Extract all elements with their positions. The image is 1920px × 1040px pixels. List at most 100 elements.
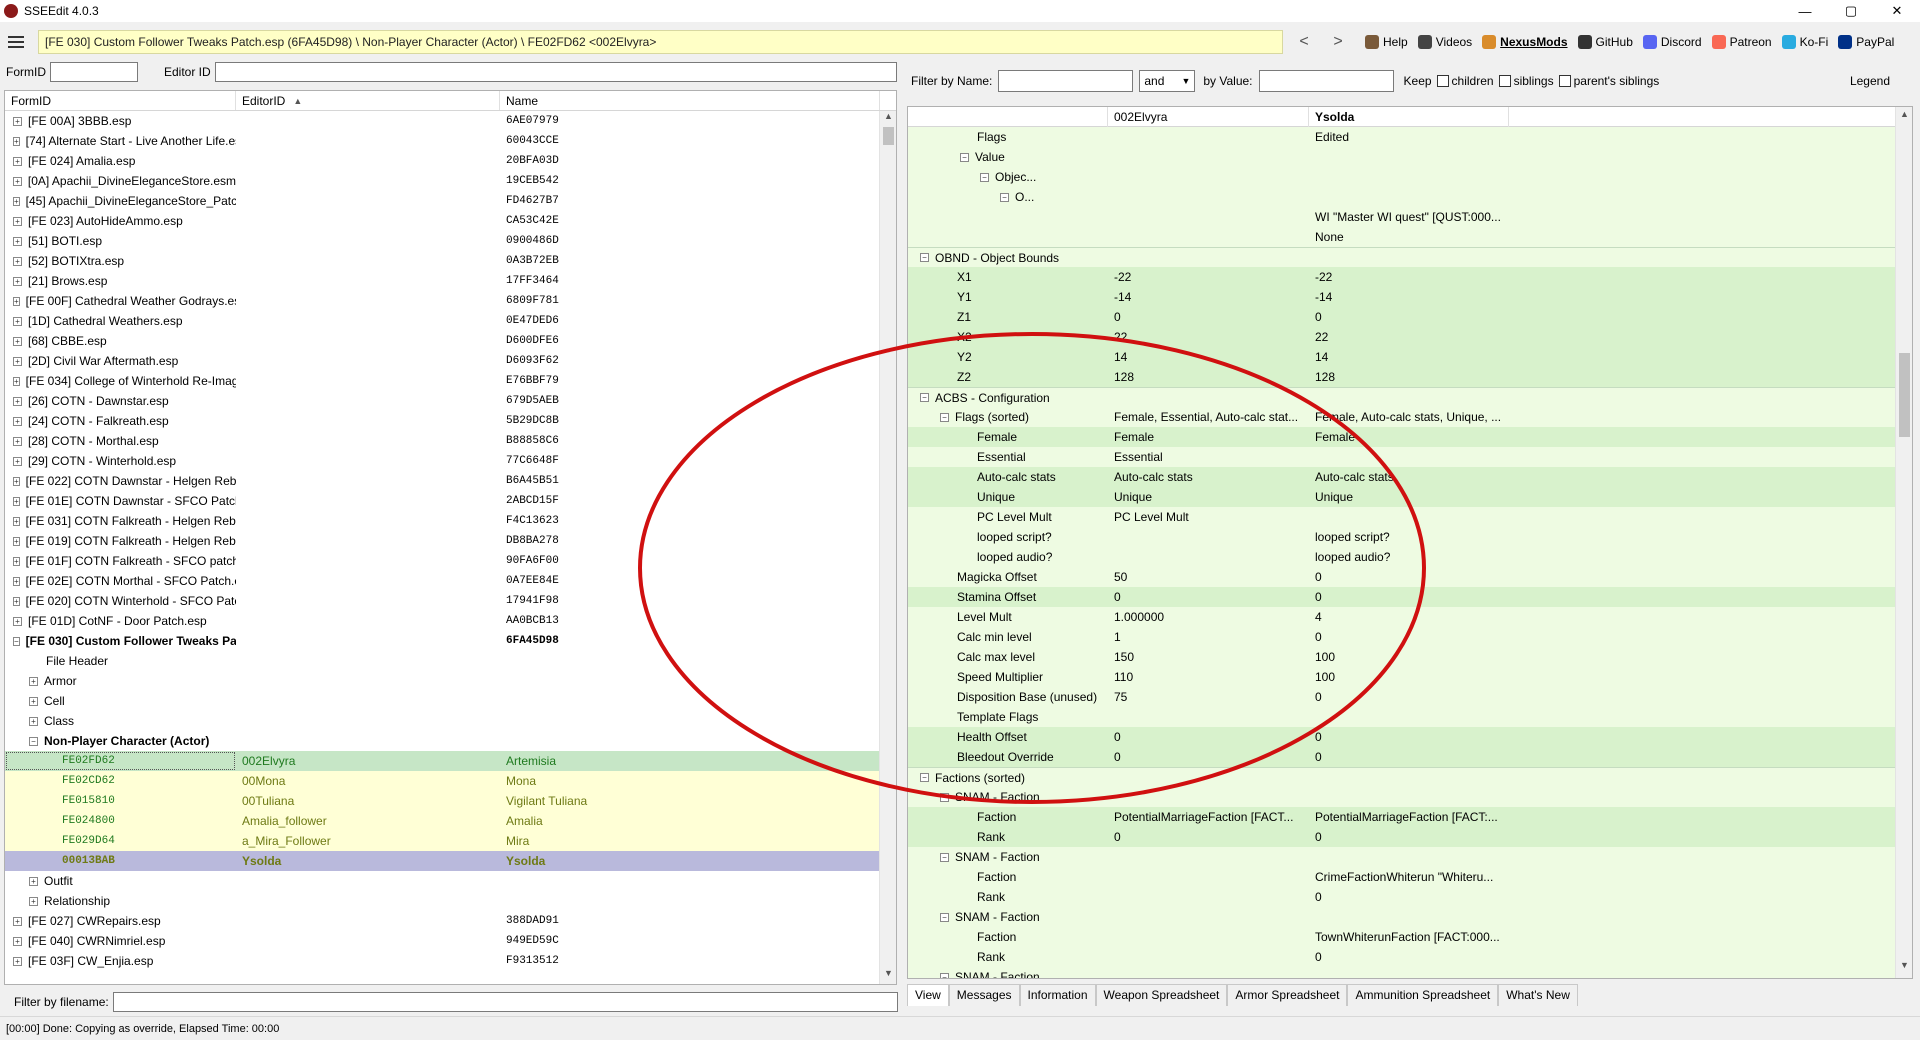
expand-icon[interactable]: + bbox=[13, 296, 20, 306]
expand-icon[interactable]: + bbox=[13, 476, 20, 486]
record-field-row[interactable]: Calc min level 1 0 bbox=[908, 627, 1912, 647]
record-field-row[interactable]: Template Flags bbox=[908, 707, 1912, 727]
tree-row[interactable]: + [FE 024] Amalia.esp 20BFA03D bbox=[5, 151, 896, 171]
record-field-row[interactable]: looped script? looped script? bbox=[908, 527, 1912, 547]
record-field-row[interactable]: Y1 -14 -14 bbox=[908, 287, 1912, 307]
expand-icon[interactable]: + bbox=[13, 916, 22, 926]
record-field-row[interactable]: − Flags (sorted) Female, Essential, Auto-c… bbox=[908, 407, 1912, 427]
record-field-row[interactable]: Bleedout Override 0 0 bbox=[908, 747, 1912, 767]
record-field-row[interactable]: − Objec... bbox=[908, 167, 1912, 187]
scroll-down-icon[interactable]: ▼ bbox=[880, 968, 896, 984]
expand-icon[interactable]: + bbox=[13, 496, 20, 506]
tab-view[interactable]: View bbox=[907, 984, 949, 1006]
record-field-row[interactable]: − SNAM - Faction bbox=[908, 847, 1912, 867]
expand-icon[interactable]: + bbox=[13, 116, 22, 126]
tree-row[interactable]: + [FE 019] COTN Falkreath - Helgen Reborn… bbox=[5, 531, 896, 551]
tree-row[interactable]: + [74] Alternate Start - Live Another Lif… bbox=[5, 131, 896, 151]
link-patreon[interactable]: Patreon bbox=[1711, 35, 1772, 49]
record-field-row[interactable]: − SNAM - Faction bbox=[908, 967, 1912, 978]
tree-row[interactable]: − Non-Player Character (Actor) bbox=[5, 731, 896, 751]
and-or-select[interactable]: and ▼ bbox=[1139, 70, 1196, 92]
expand-icon[interactable]: + bbox=[13, 256, 22, 266]
grid-scroll-up-icon[interactable]: ▲ bbox=[1896, 109, 1912, 125]
minimize-button[interactable]: — bbox=[1782, 0, 1828, 22]
link-videos[interactable]: Videos bbox=[1417, 35, 1472, 49]
record-field-row[interactable]: Flags Edited bbox=[908, 127, 1912, 147]
close-button[interactable]: ✕ bbox=[1874, 0, 1920, 22]
tree-row[interactable]: + Outfit bbox=[5, 871, 896, 891]
collapse-icon[interactable]: − bbox=[1000, 192, 1009, 202]
tree-row[interactable]: + [45] Apachii_DivineEleganceStore_Patch.… bbox=[5, 191, 896, 211]
expand-icon[interactable]: + bbox=[13, 136, 20, 146]
tree-row[interactable]: + [52] BOTIXtra.esp 0A3B72EB bbox=[5, 251, 896, 271]
collapse-icon[interactable]: − bbox=[960, 152, 969, 162]
record-field-row[interactable]: − Value bbox=[908, 147, 1912, 167]
record-field-row[interactable]: Rank 0 bbox=[908, 947, 1912, 967]
menu-icon[interactable] bbox=[8, 32, 30, 52]
tab-messages[interactable]: Messages bbox=[948, 984, 1020, 1006]
collapse-icon[interactable]: − bbox=[940, 972, 949, 978]
collapse-icon[interactable]: − bbox=[980, 172, 989, 182]
record-field-row[interactable]: Calc max level 150 100 bbox=[908, 647, 1912, 667]
tree-row[interactable]: + [21] Brows.esp 17FF3464 bbox=[5, 271, 896, 291]
tree-row[interactable]: FE02FD62 002Elvyra Artemisia bbox=[5, 751, 896, 771]
tree-row[interactable]: + [29] COTN - Winterhold.esp 77C6648F bbox=[5, 451, 896, 471]
expand-icon[interactable]: + bbox=[29, 716, 38, 726]
expand-icon[interactable]: + bbox=[29, 876, 38, 886]
formid-input[interactable] bbox=[50, 62, 138, 82]
link-help[interactable]: Help bbox=[1365, 35, 1408, 49]
tree-row[interactable]: + [FE 00F] Cathedral Weather Godrays.esp 6… bbox=[5, 291, 896, 311]
record-field-row[interactable]: − O... bbox=[908, 187, 1912, 207]
keep-siblings-checkbox[interactable] bbox=[1498, 75, 1511, 87]
collapse-icon[interactable]: − bbox=[940, 912, 949, 922]
expand-icon[interactable]: + bbox=[13, 616, 22, 626]
tree-row[interactable]: File Header bbox=[5, 651, 896, 671]
back-button[interactable]: < bbox=[1291, 33, 1317, 51]
keep-parents-siblings-checkbox[interactable] bbox=[1558, 75, 1571, 87]
tree-row[interactable]: FE015810 00Tuliana Vigilant Tuliana bbox=[5, 791, 896, 811]
link-github[interactable]: GitHub bbox=[1577, 35, 1633, 49]
tree-row[interactable]: + [0A] Apachii_DivineEleganceStore.esm 19C… bbox=[5, 171, 896, 191]
link-nexusmods[interactable]: NexusMods bbox=[1482, 35, 1568, 49]
record-field-row[interactable]: Rank 0 bbox=[908, 887, 1912, 907]
expand-icon[interactable]: + bbox=[13, 436, 22, 446]
tree-row[interactable]: + [1D] Cathedral Weathers.esp 0E47DED6 bbox=[5, 311, 896, 331]
tree-row[interactable]: + [FE 031] COTN Falkreath - Helgen Reborn… bbox=[5, 511, 896, 531]
filter-value-input[interactable] bbox=[1258, 70, 1394, 92]
record-field-row[interactable]: looped audio? looped audio? bbox=[908, 547, 1912, 567]
link-paypal[interactable]: PayPal bbox=[1838, 35, 1894, 49]
record-field-row[interactable]: WI "Master WI quest" [QUST:000... bbox=[908, 207, 1912, 227]
record-field-row[interactable]: None bbox=[908, 227, 1912, 247]
expand-icon[interactable]: + bbox=[13, 516, 20, 526]
tree-row[interactable]: + [FE 027] CWRepairs.esp 388DAD91 bbox=[5, 911, 896, 931]
record-view-grid[interactable]: 002Elvyra Ysolda Flags Edited − Value − Objec… bbox=[907, 106, 1913, 979]
record-field-row[interactable]: Rank 0 0 bbox=[908, 827, 1912, 847]
collapse-icon[interactable]: − bbox=[940, 792, 949, 802]
tab-armor-spreadsheet[interactable]: Armor Spreadsheet bbox=[1227, 984, 1348, 1006]
tree-row[interactable]: + Class bbox=[5, 711, 896, 731]
tree-row[interactable]: −[FE 030] Custom Follower Tweaks Patch.e… bbox=[5, 631, 896, 651]
record-field-row[interactable]: − Factions (sorted) bbox=[908, 767, 1912, 787]
collapse-icon[interactable]: − bbox=[940, 412, 949, 422]
col-record-ysolda[interactable]: Ysolda bbox=[1309, 107, 1509, 127]
record-field-row[interactable]: Health Offset 0 0 bbox=[908, 727, 1912, 747]
tree-row[interactable]: + Relationship bbox=[5, 891, 896, 911]
record-field-row[interactable]: Z1 0 0 bbox=[908, 307, 1912, 327]
record-field-row[interactable]: − ACBS - Configuration bbox=[908, 387, 1912, 407]
expand-icon[interactable]: + bbox=[13, 156, 22, 166]
record-field-row[interactable]: − OBND - Object Bounds bbox=[908, 247, 1912, 267]
tree-row[interactable]: + [FE 022] COTN Dawnstar - Helgen Reborn … bbox=[5, 471, 896, 491]
col-editorid[interactable]: EditorID ▲ bbox=[236, 91, 500, 110]
expand-icon[interactable]: + bbox=[13, 376, 20, 386]
tree-row[interactable]: + [FE 03F] CW_Enjia.esp F9313512 bbox=[5, 951, 896, 971]
expand-icon[interactable]: + bbox=[13, 276, 22, 286]
col-record-elvyra[interactable]: 002Elvyra bbox=[1108, 107, 1309, 127]
scroll-up-icon[interactable]: ▲ bbox=[880, 111, 896, 127]
filter-name-input[interactable] bbox=[998, 70, 1134, 92]
tab-what-s-new[interactable]: What's New bbox=[1498, 984, 1578, 1006]
record-field-row[interactable]: Unique Unique Unique bbox=[908, 487, 1912, 507]
collapse-icon[interactable]: − bbox=[920, 773, 929, 782]
record-field-row[interactable]: Disposition Base (unused) 75 0 bbox=[908, 687, 1912, 707]
record-field-row[interactable]: Faction PotentialMarriageFaction [FACT...… bbox=[908, 807, 1912, 827]
tree-row[interactable]: + Armor bbox=[5, 671, 896, 691]
